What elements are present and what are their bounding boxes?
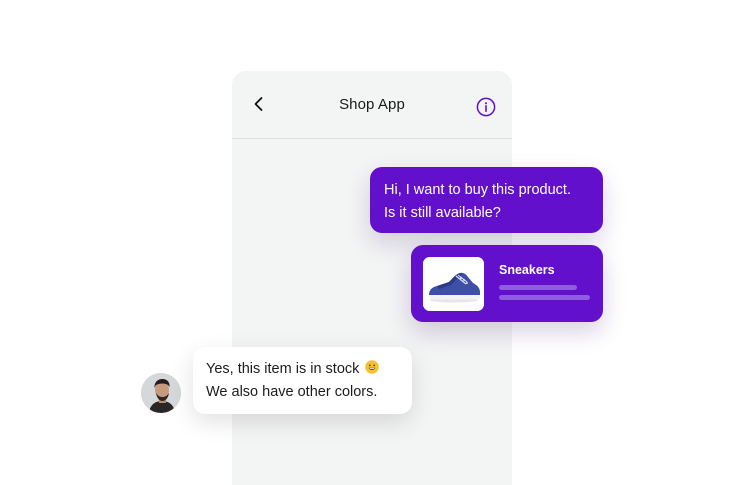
app-header: Shop App	[232, 71, 512, 139]
message-text: Is it still available?	[384, 205, 501, 221]
message-text: Hi, I want to buy this product.	[384, 182, 571, 198]
page-title: Shop App	[339, 96, 405, 113]
info-icon[interactable]	[476, 97, 496, 117]
message-text: We also have other colors.	[206, 384, 378, 400]
sneaker-image	[423, 257, 484, 311]
product-image	[423, 257, 484, 311]
product-name: Sneakers	[499, 263, 555, 277]
placeholder-line	[499, 285, 577, 290]
grinning-face-icon	[365, 360, 380, 374]
message-text-part: Yes, this item is in stock	[206, 361, 360, 377]
product-card[interactable]: Sneakers	[411, 245, 603, 322]
message-text: Yes, this item is in stock	[206, 358, 399, 381]
person-avatar-image	[141, 373, 181, 413]
incoming-message-bubble: Yes, this item is in stock We also have …	[193, 347, 412, 414]
avatar	[141, 373, 181, 413]
outgoing-message-bubble: Hi, I want to buy this product. Is it st…	[370, 167, 603, 233]
placeholder-line	[499, 295, 590, 300]
